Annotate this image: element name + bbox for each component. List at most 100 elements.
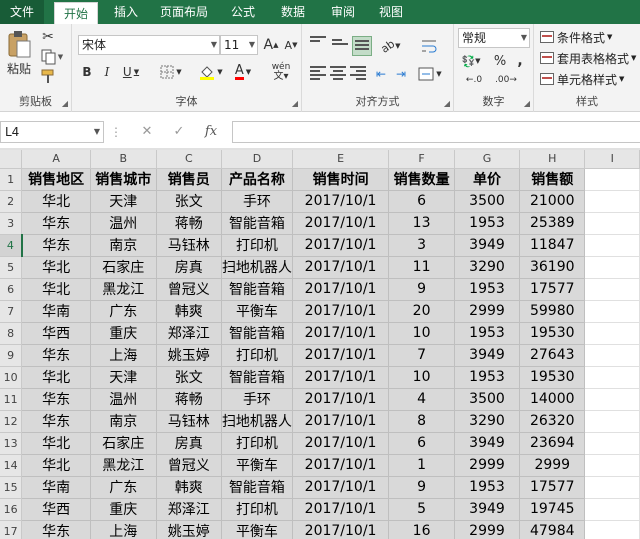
- cell[interactable]: 华北: [21, 432, 91, 455]
- confirm-icon[interactable]: ✓: [166, 121, 192, 143]
- cell[interactable]: 南京: [90, 234, 157, 257]
- cell[interactable]: 17577: [519, 476, 586, 499]
- cell-empty[interactable]: [584, 454, 640, 477]
- font-size-combo[interactable]: 11 ▼: [220, 35, 258, 55]
- cell-empty[interactable]: [584, 432, 640, 455]
- cell[interactable]: 11: [388, 256, 455, 279]
- italic-button[interactable]: I: [98, 62, 116, 82]
- cell[interactable]: 2017/10/1: [292, 454, 390, 477]
- column-header-i[interactable]: I: [584, 150, 640, 169]
- cell[interactable]: 马钰林: [156, 410, 222, 433]
- cell-empty[interactable]: [584, 476, 640, 499]
- number-format-combo[interactable]: 常规 ▼: [458, 28, 530, 48]
- column-header-e[interactable]: E: [292, 150, 390, 169]
- borders-button[interactable]: ▼: [156, 62, 186, 82]
- cell[interactable]: 19530: [519, 322, 586, 345]
- cell[interactable]: 2017/10/1: [292, 520, 390, 539]
- middle-align-icon[interactable]: [332, 39, 348, 53]
- cell[interactable]: 姚玉婷: [156, 520, 222, 539]
- cell-empty[interactable]: [584, 168, 640, 191]
- shrink-font-button[interactable]: A ▼: [282, 35, 300, 55]
- cell[interactable]: 3949: [454, 234, 521, 257]
- cell[interactable]: 2017/10/1: [292, 432, 390, 455]
- top-align-icon[interactable]: [310, 36, 326, 50]
- cell-empty[interactable]: [584, 410, 640, 433]
- paste-button[interactable]: 粘贴: [4, 28, 34, 78]
- cell[interactable]: 7: [388, 344, 455, 367]
- cell[interactable]: 1953: [454, 322, 521, 345]
- worksheet-grid[interactable]: A B C D E F G H I 1 销售地区 销售城市 销售员 产品名称 销售时间 销售…: [0, 150, 640, 539]
- cell[interactable]: 智能音箱: [221, 212, 293, 235]
- cell[interactable]: 马钰林: [156, 234, 222, 257]
- cell[interactable]: 华东: [21, 234, 91, 257]
- number-launcher-icon[interactable]: ◢: [524, 99, 530, 108]
- cell[interactable]: 2017/10/1: [292, 344, 390, 367]
- increase-indent-button[interactable]: ⇥: [392, 64, 410, 84]
- cell[interactable]: 10: [388, 322, 455, 345]
- tab-review[interactable]: 审阅: [322, 0, 364, 24]
- column-header-h[interactable]: H: [519, 150, 586, 169]
- clipboard-launcher-icon[interactable]: ◢: [62, 99, 68, 108]
- cell-empty[interactable]: [584, 520, 640, 539]
- underline-button[interactable]: U ▼: [118, 62, 144, 82]
- cell[interactable]: 2999: [454, 300, 521, 323]
- font-color-button[interactable]: A ▼: [228, 62, 258, 82]
- merge-center-button[interactable]: ▼: [416, 64, 444, 84]
- row-header[interactable]: 3: [0, 212, 23, 235]
- cell[interactable]: 打印机: [221, 498, 293, 521]
- cell[interactable]: 14000: [519, 388, 586, 411]
- cell[interactable]: 打印机: [221, 432, 293, 455]
- font-launcher-icon[interactable]: ◢: [292, 99, 298, 108]
- bottom-align-icon[interactable]: [352, 36, 372, 56]
- cell[interactable]: 59980: [519, 300, 586, 323]
- cell[interactable]: 姚玉婷: [156, 344, 222, 367]
- cell[interactable]: 蒋畅: [156, 388, 222, 411]
- cell-empty[interactable]: [584, 234, 640, 257]
- row-header[interactable]: 5: [0, 256, 23, 279]
- cell[interactable]: 2999: [519, 454, 586, 477]
- cell[interactable]: 1953: [454, 476, 521, 499]
- row-header[interactable]: 17: [0, 520, 23, 539]
- cell[interactable]: 张文: [156, 366, 222, 389]
- column-header-a[interactable]: A: [21, 150, 91, 169]
- cell[interactable]: 3500: [454, 388, 521, 411]
- cell[interactable]: 石家庄: [90, 256, 157, 279]
- phonetic-guide-button[interactable]: wén 文▾: [266, 60, 296, 84]
- row-header[interactable]: 2: [0, 190, 23, 213]
- cell[interactable]: 广东: [90, 300, 157, 323]
- cell[interactable]: 19530: [519, 366, 586, 389]
- row-header[interactable]: 13: [0, 432, 23, 455]
- cell[interactable]: 南京: [90, 410, 157, 433]
- cell[interactable]: 曾冠义: [156, 278, 222, 301]
- cell-empty[interactable]: [584, 322, 640, 345]
- cell[interactable]: 天津: [90, 190, 157, 213]
- cell[interactable]: 上海: [90, 520, 157, 539]
- cell[interactable]: 2017/10/1: [292, 322, 390, 345]
- cell[interactable]: 1953: [454, 212, 521, 235]
- cell[interactable]: 韩爽: [156, 476, 222, 499]
- comma-style-button[interactable]: ,: [512, 52, 528, 70]
- cell-empty[interactable]: [584, 344, 640, 367]
- cell[interactable]: 华东: [21, 520, 91, 539]
- row-header[interactable]: 16: [0, 498, 23, 521]
- cell[interactable]: 3949: [454, 498, 521, 521]
- cell[interactable]: 3290: [454, 410, 521, 433]
- row-header[interactable]: 12: [0, 410, 23, 433]
- cell[interactable]: 3949: [454, 432, 521, 455]
- cell[interactable]: 20: [388, 300, 455, 323]
- cell[interactable]: 8: [388, 410, 455, 433]
- cell[interactable]: 19745: [519, 498, 586, 521]
- font-name-combo[interactable]: 宋体 ▼: [78, 35, 220, 55]
- cell[interactable]: 9: [388, 278, 455, 301]
- cell[interactable]: 扫地机器人: [221, 410, 293, 433]
- cell[interactable]: 黑龙江: [90, 454, 157, 477]
- cell[interactable]: 重庆: [90, 498, 157, 521]
- header-cell[interactable]: 销售时间: [292, 168, 390, 191]
- cell[interactable]: 13: [388, 212, 455, 235]
- cell[interactable]: 郑泽江: [156, 322, 222, 345]
- cell[interactable]: 华西: [21, 322, 91, 345]
- cell-empty[interactable]: [584, 256, 640, 279]
- tab-formulas[interactable]: 公式: [222, 0, 264, 24]
- row-header[interactable]: 15: [0, 476, 23, 499]
- cell[interactable]: 4: [388, 388, 455, 411]
